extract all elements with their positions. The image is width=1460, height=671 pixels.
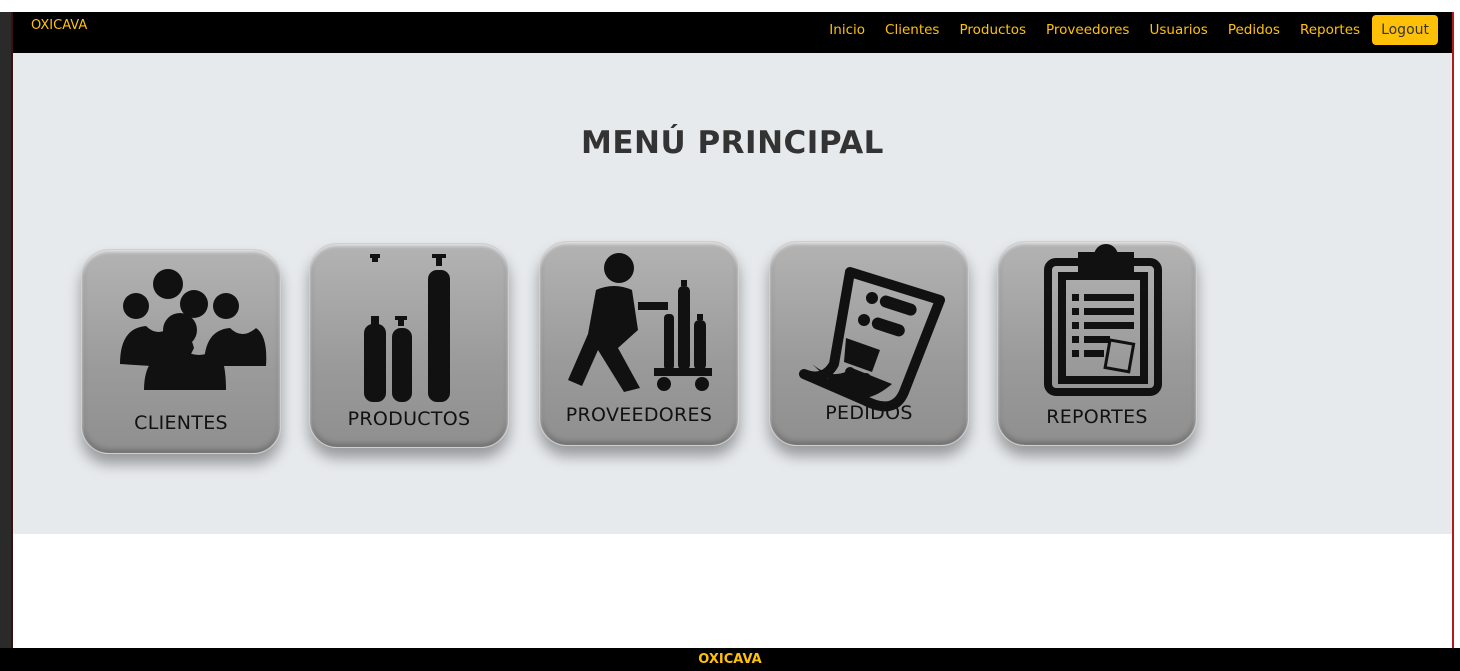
tile-proveedores[interactable]: PROVEEDORES <box>539 241 739 446</box>
tile-label-productos: PRODUCTOS <box>347 408 471 430</box>
tile-label-pedidos: PEDIDOS <box>825 402 913 424</box>
nav-link-usuarios[interactable]: Usuarios <box>1149 22 1207 38</box>
footer: OXICAVA <box>0 648 1460 671</box>
tile-label-clientes: CLIENTES <box>134 412 228 434</box>
tile-reportes[interactable]: REPORTES <box>997 241 1197 446</box>
logout-button[interactable]: Logout <box>1372 15 1438 45</box>
window-right-edge <box>1452 12 1460 648</box>
nav-link-proveedores[interactable]: Proveedores <box>1046 22 1129 38</box>
tile-label-proveedores: PROVEEDORES <box>565 404 713 426</box>
footer-brand: OXICAVA <box>698 652 762 667</box>
tile-clientes[interactable]: CLIENTES <box>81 249 281 454</box>
app-window: OXICAVA Inicio Clientes Productos Provee… <box>0 0 1460 671</box>
brand-link[interactable]: OXICAVA <box>31 18 87 33</box>
nav-link-pedidos[interactable]: Pedidos <box>1228 22 1280 38</box>
nav-link-clientes[interactable]: Clientes <box>885 22 939 38</box>
tile-productos[interactable]: PRODUCTOS <box>309 243 509 448</box>
tile-pedidos[interactable]: PEDIDOS <box>769 241 969 446</box>
main-content: MENÚ PRINCIPAL CLIENTES PRODUCTOS PROVEE… <box>13 53 1452 534</box>
navbar: OXICAVA Inicio Clientes Productos Provee… <box>13 12 1452 53</box>
nav-link-reportes[interactable]: Reportes <box>1300 22 1360 38</box>
window-top-edge <box>0 0 1460 12</box>
tile-label-reportes: REPORTES <box>1046 406 1148 428</box>
blank-section <box>13 534 1452 648</box>
nav-link-productos[interactable]: Productos <box>959 22 1026 38</box>
window-left-edge <box>0 12 13 648</box>
page-title: MENÚ PRINCIPAL <box>581 125 884 161</box>
nav-links: Inicio Clientes Productos Proveedores Us… <box>809 12 1438 48</box>
nav-link-inicio[interactable]: Inicio <box>829 22 865 38</box>
